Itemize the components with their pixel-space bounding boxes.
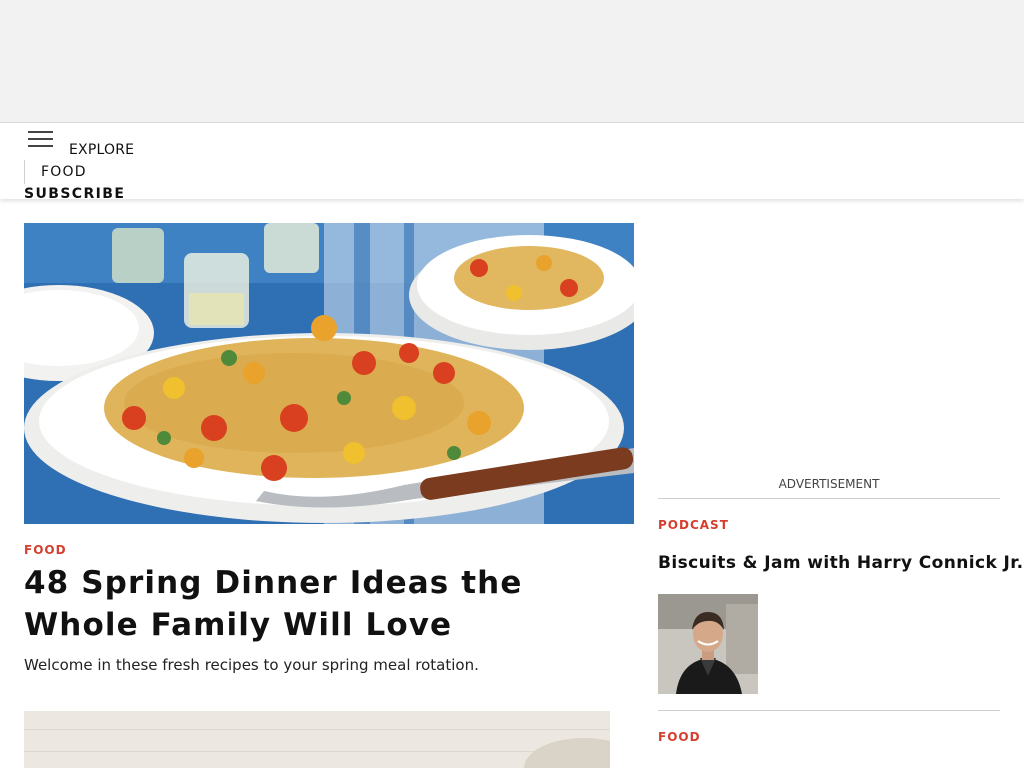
subscribe-button[interactable]: SUBSCRIBE [24, 186, 125, 202]
hero-category[interactable]: FOOD [24, 543, 67, 557]
second-article-image[interactable] [24, 711, 610, 768]
sidebar-divider [658, 710, 1000, 711]
hero-image[interactable] [24, 223, 634, 524]
explore-link[interactable]: EXPLORE [69, 142, 134, 158]
hero-description: Welcome in these fresh recipes to your s… [24, 656, 479, 674]
top-ad-banner [0, 0, 1024, 123]
hamburger-menu-icon[interactable] [28, 131, 53, 149]
section-food-link[interactable]: FOOD [24, 160, 87, 184]
sidebar-divider [658, 498, 1000, 499]
site-header: EXPLORE FOOD SUBSCRIBE [0, 123, 1024, 202]
podcast-title[interactable]: Biscuits & Jam with Harry Connick Jr. [658, 553, 1023, 573]
sidebar-food-category[interactable]: FOOD [658, 730, 701, 744]
podcast-thumbnail[interactable] [658, 594, 758, 694]
podcast-category[interactable]: PODCAST [658, 518, 729, 532]
advertisement-label: ADVERTISEMENT [778, 477, 880, 491]
hero-headline[interactable]: 48 Spring Dinner Ideas the Whole Family … [24, 562, 624, 646]
